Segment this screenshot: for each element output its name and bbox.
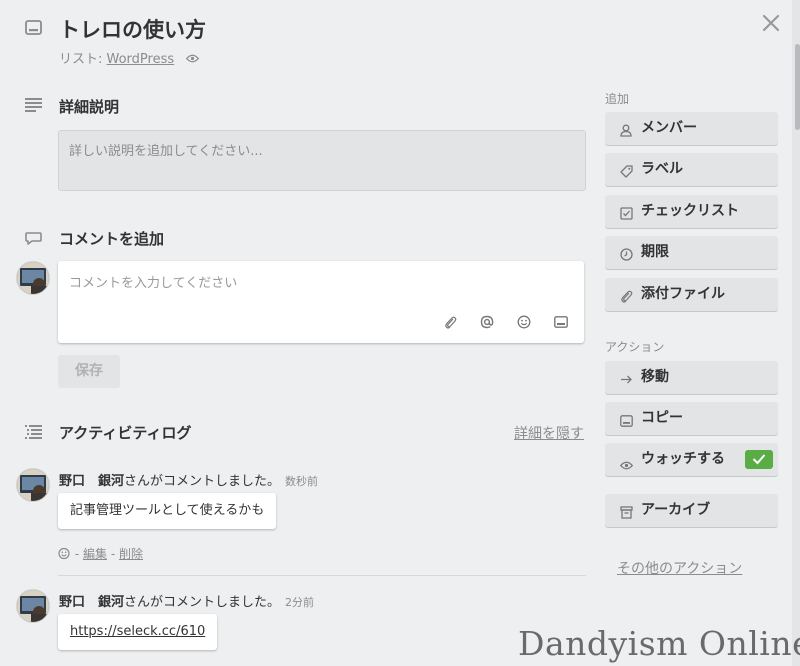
copy-label: コピー bbox=[641, 410, 683, 426]
arrow-right-icon bbox=[620, 371, 633, 390]
close-icon[interactable] bbox=[760, 12, 782, 34]
archive-button[interactable]: アーカイブ bbox=[605, 494, 778, 527]
tag-icon bbox=[620, 163, 633, 182]
clock-icon bbox=[620, 246, 633, 265]
activity-heading: アクティビティログ bbox=[59, 424, 192, 442]
list-info: リスト: WordPress bbox=[59, 48, 200, 67]
divider bbox=[58, 575, 586, 576]
separator: - bbox=[110, 547, 116, 561]
move-button[interactable]: 移動 bbox=[605, 361, 778, 394]
checklist-button[interactable]: チェックリスト bbox=[605, 195, 778, 228]
scrollbar-thumb[interactable] bbox=[795, 44, 800, 130]
paperclip-icon bbox=[620, 288, 633, 307]
comment-icon bbox=[25, 231, 42, 246]
mention-icon[interactable] bbox=[480, 315, 494, 329]
activity-entry-header: 野口 銀河さんがコメントしました。 数秒前 bbox=[59, 470, 318, 489]
comment-placeholder: コメントを入力してください bbox=[69, 276, 238, 291]
watch-label: ウォッチする bbox=[641, 451, 725, 467]
check-icon bbox=[752, 454, 766, 465]
list-link[interactable]: WordPress bbox=[107, 52, 175, 67]
add-heading: 追加 bbox=[605, 92, 630, 106]
card-link-icon[interactable] bbox=[554, 316, 568, 328]
description-heading: 詳細説明 bbox=[59, 98, 120, 116]
eye-icon[interactable] bbox=[186, 52, 200, 67]
activity-entry-header: 野口 銀河さんがコメントしました。 2分前 bbox=[59, 591, 314, 610]
activity-user[interactable]: 野口 銀河 bbox=[59, 595, 124, 610]
description-icon bbox=[25, 97, 42, 112]
attachment-label: 添付ファイル bbox=[641, 286, 725, 302]
activity-time[interactable]: 2分前 bbox=[285, 596, 314, 609]
reaction-icon[interactable] bbox=[58, 547, 71, 563]
copy-button[interactable]: コピー bbox=[605, 402, 778, 435]
due-date-label: 期限 bbox=[641, 244, 669, 260]
labels-button[interactable]: ラベル bbox=[605, 153, 778, 186]
checklist-label: チェックリスト bbox=[641, 203, 739, 219]
archive-label: アーカイブ bbox=[641, 502, 711, 518]
comment-url-link[interactable]: https://seleck.cc/610 bbox=[70, 624, 205, 639]
comment-heading: コメントを追加 bbox=[59, 230, 165, 248]
move-label: 移動 bbox=[641, 369, 669, 385]
edit-link[interactable]: 編集 bbox=[83, 547, 107, 561]
comment-bubble: 記事管理ツールとして使えるかも bbox=[58, 493, 277, 529]
more-actions-link[interactable]: その他のアクション bbox=[617, 558, 742, 578]
description-placeholder: 詳しい説明を追加してください... bbox=[69, 144, 263, 159]
actions-heading: アクション bbox=[605, 340, 665, 354]
avatar bbox=[17, 262, 49, 294]
labels-label: ラベル bbox=[641, 161, 683, 177]
emoji-icon[interactable] bbox=[517, 315, 531, 329]
activity-time[interactable]: 数秒前 bbox=[285, 475, 318, 488]
save-button[interactable]: 保存 bbox=[58, 355, 120, 388]
comment-input[interactable]: コメントを入力してください bbox=[58, 261, 584, 343]
card-title[interactable]: トレロの使い方 bbox=[59, 14, 206, 44]
activity-icon bbox=[25, 424, 42, 439]
avatar bbox=[17, 590, 49, 622]
description-input[interactable]: 詳しい説明を追加してください... bbox=[58, 130, 586, 191]
list-prefix: リスト: bbox=[59, 52, 107, 67]
watch-button[interactable]: ウォッチする bbox=[605, 443, 778, 476]
comment-bubble: https://seleck.cc/610 bbox=[58, 614, 218, 650]
person-icon bbox=[620, 122, 632, 141]
activity-action: さんがコメントしました。 bbox=[124, 474, 281, 489]
eye-icon bbox=[619, 455, 634, 474]
due-date-button[interactable]: 期限 bbox=[605, 236, 778, 269]
hide-details-link[interactable]: 詳細を隠す bbox=[514, 423, 584, 443]
separator: - bbox=[74, 547, 80, 561]
card-icon bbox=[25, 20, 42, 35]
attachment-button[interactable]: 添付ファイル bbox=[605, 278, 778, 311]
members-label: メンバー bbox=[641, 120, 697, 136]
card-icon bbox=[620, 412, 633, 431]
activity-user[interactable]: 野口 銀河 bbox=[59, 474, 124, 489]
watermark: Dandyism Online bbox=[518, 624, 800, 663]
paperclip-icon[interactable] bbox=[444, 316, 457, 329]
archive-icon bbox=[620, 504, 633, 523]
delete-link[interactable]: 削除 bbox=[119, 547, 143, 561]
checkbox-icon bbox=[620, 205, 633, 224]
watch-check-badge bbox=[745, 450, 773, 469]
members-button[interactable]: メンバー bbox=[605, 112, 778, 145]
activity-action: さんがコメントしました。 bbox=[124, 595, 281, 610]
comment-actions: - 編集 - 削除 bbox=[58, 545, 143, 563]
avatar bbox=[17, 469, 49, 501]
